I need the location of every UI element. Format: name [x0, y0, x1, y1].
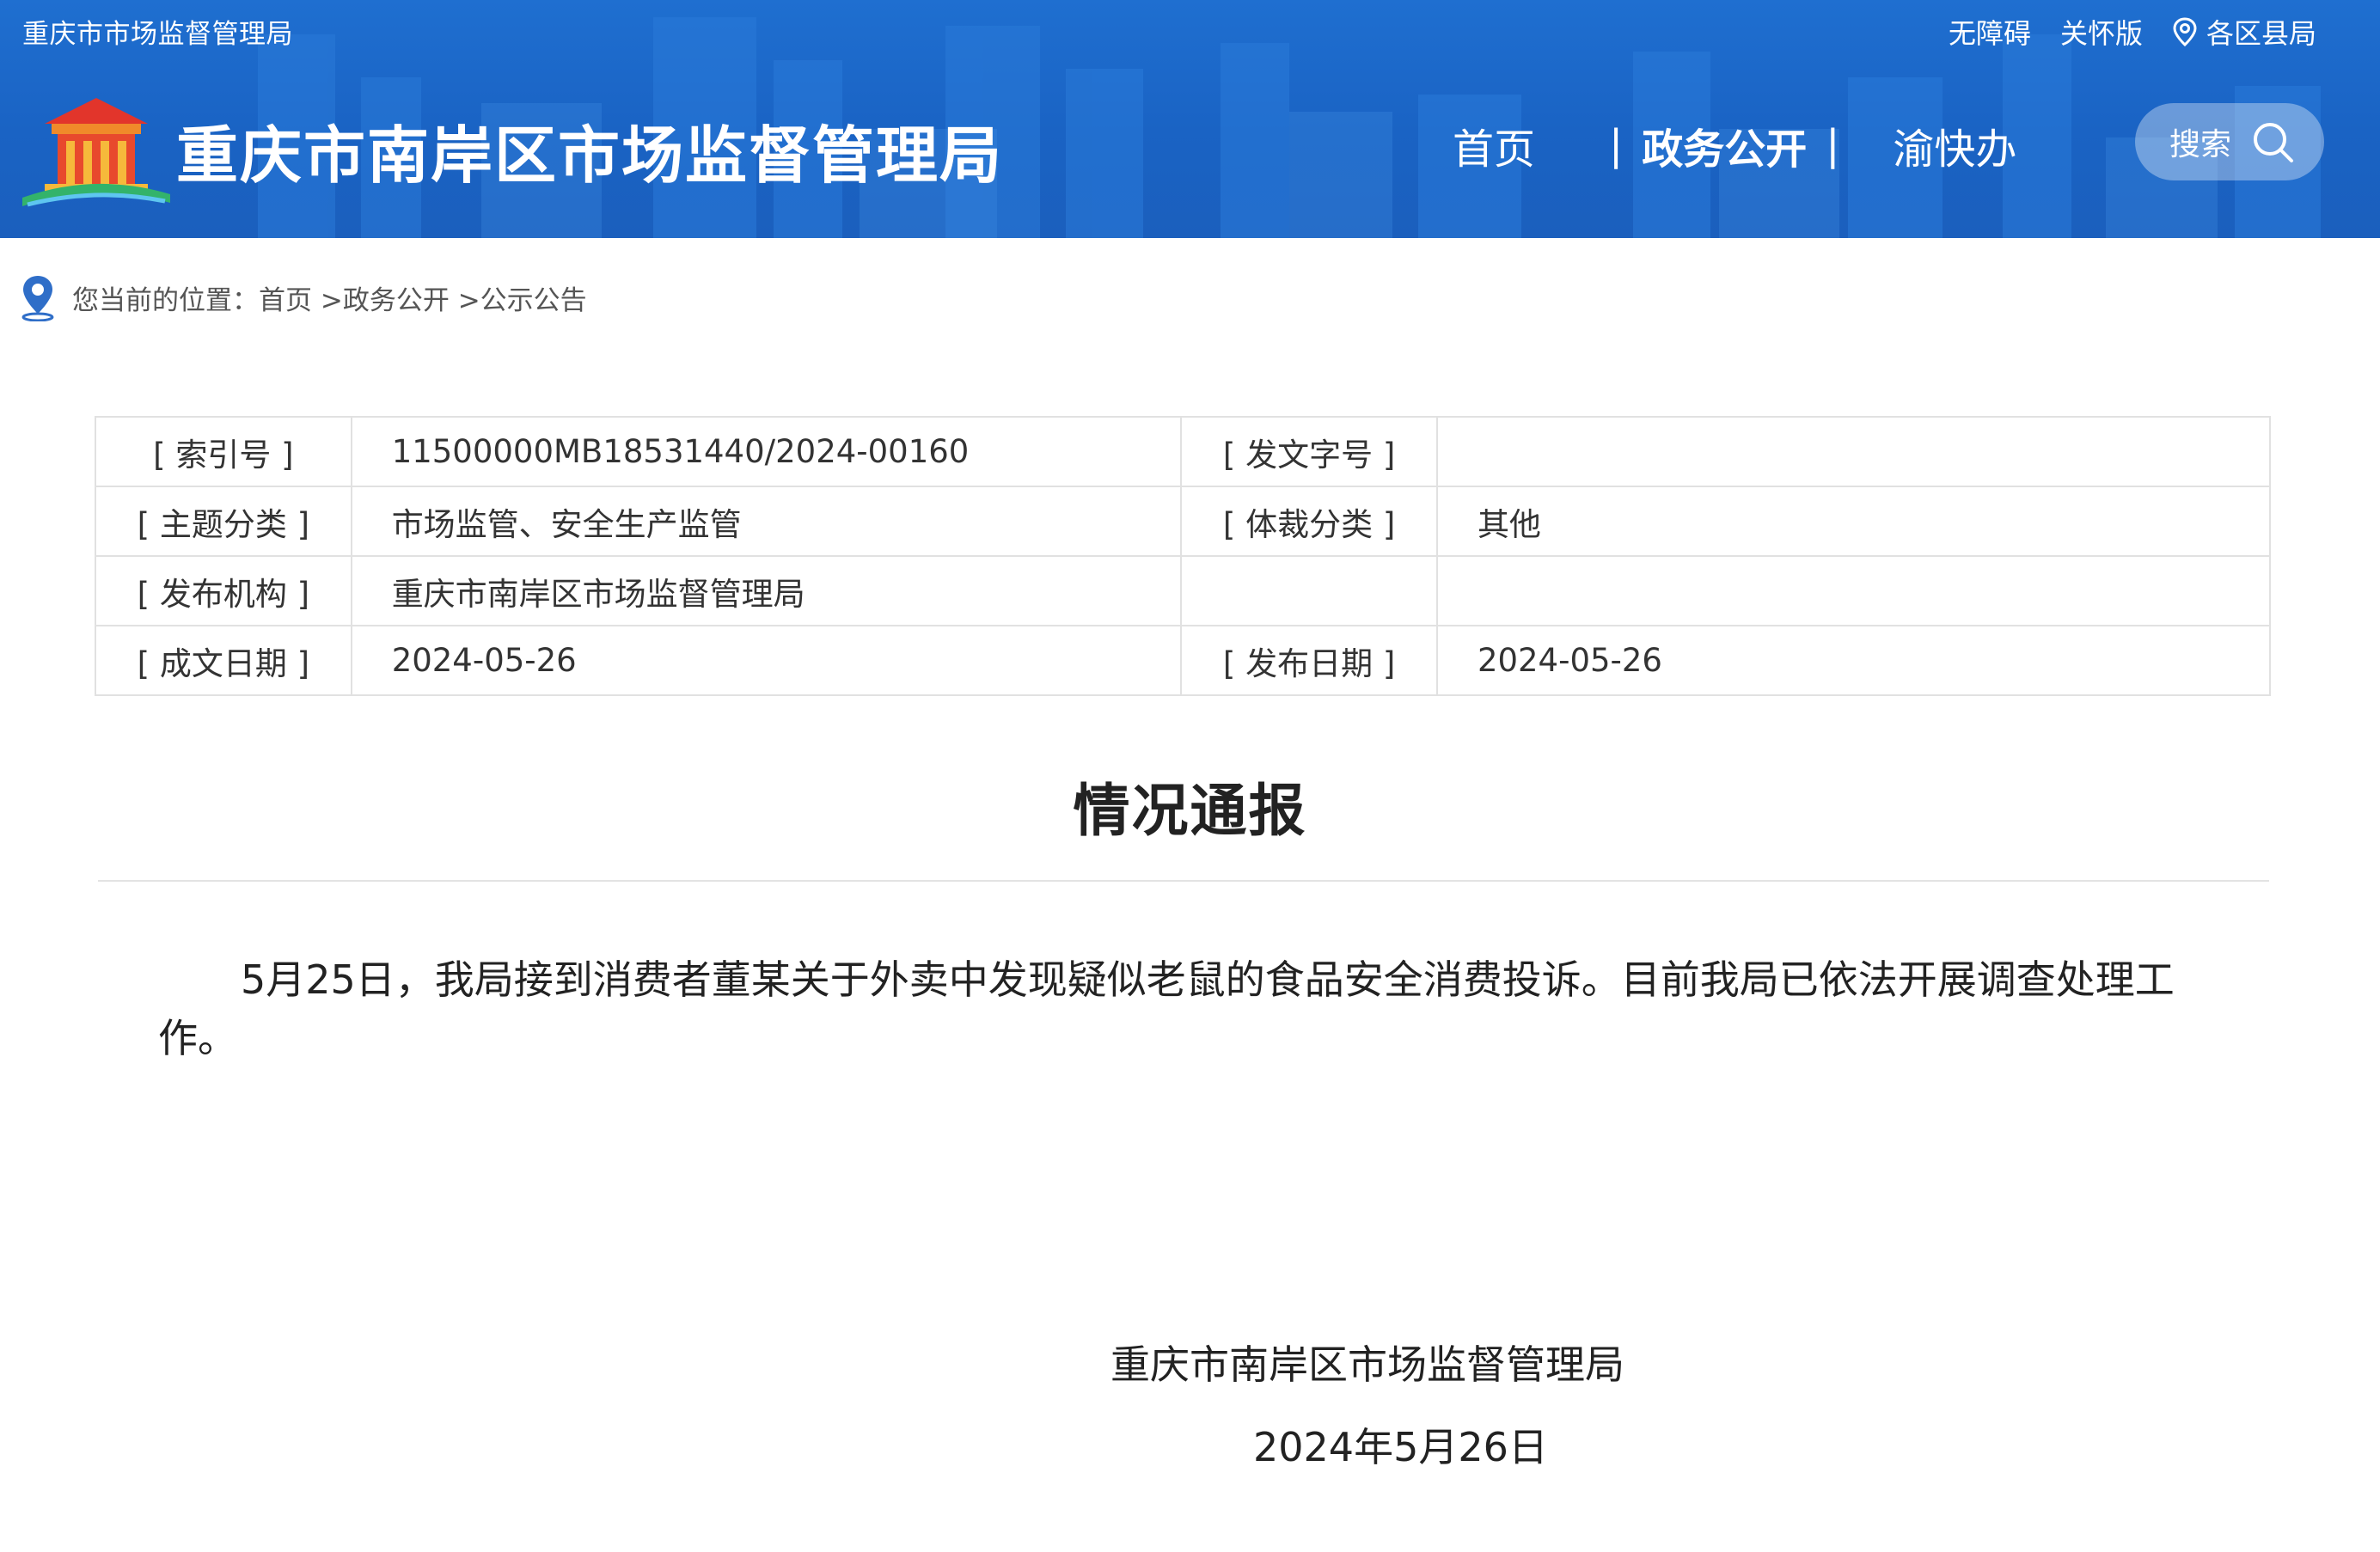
nav-item-yu-kuai-ban[interactable]: 渝快办 [1893, 115, 2016, 175]
breadcrumb-notices[interactable]: >公示公告 [450, 278, 587, 317]
search-label: 搜索 [2169, 127, 2232, 162]
districts-label: 各区县局 [2206, 17, 2316, 50]
accessibility-link[interactable]: 无障碍 [1949, 12, 2031, 52]
nav-item-home[interactable]: 首页 [1453, 115, 1535, 175]
publish-date-value: 2024-05-26 [1435, 625, 2272, 696]
index-number-label: [ 索引号 ] [95, 416, 352, 487]
article-body: 5月25日，我局接到消费者董某关于外卖中发现疑似老鼠的食品安全消费投诉。目前我局… [158, 956, 2175, 1061]
genre-category-label: [ 体裁分类 ] [1180, 486, 1438, 557]
publish-date-label: [ 发布日期 ] [1180, 625, 1438, 696]
parent-site-name[interactable]: 重庆市市场监督管理局 [22, 12, 293, 51]
main-nav: 首页 | 政务公开 | 渝快办 [1453, 115, 2016, 175]
breadcrumb-prefix: 您当前的位置： [72, 284, 259, 316]
site-header: 重庆市市场监督管理局 无障碍 关怀版 各区县局 重庆市南岸区市场监督管理局 首页… [0, 0, 2380, 238]
title-divider [98, 880, 2269, 882]
article-title: 情况通报 [1073, 778, 1307, 844]
search-icon [2254, 123, 2294, 162]
table-row: [ 发布机构 ] 重庆市南岸区市场监督管理局 [95, 555, 2272, 626]
signature-date: 2024年5月26日 [1253, 1424, 1548, 1470]
issuing-agency-label: [ 发布机构 ] [95, 555, 352, 626]
written-date-value: 2024-05-26 [350, 625, 1183, 696]
breadcrumb-home[interactable]: 首页 [259, 278, 312, 317]
table-row: [ 主题分类 ] 市场监管、安全生产监管 [ 体裁分类 ] 其他 [95, 486, 2272, 557]
breadcrumb-trail: 您当前的位置： 首页 >政务公开 >公示公告 [72, 278, 587, 317]
nav-separator: | [1609, 121, 1624, 169]
document-info-table: [ 索引号 ] 11500000MB18531440/2024-00160 [ … [95, 416, 2272, 696]
location-pin-icon [2173, 17, 2197, 46]
districts-link[interactable]: 各区县局 [2172, 12, 2316, 52]
care-version-link[interactable]: 关怀版 [2060, 12, 2143, 52]
index-number-value: 11500000MB18531440/2024-00160 [350, 416, 1183, 487]
written-date-label: [ 成文日期 ] [95, 625, 352, 696]
nav-item-gov-open[interactable]: 政务公开 [1642, 115, 1807, 175]
table-row: [ 索引号 ] 11500000MB18531440/2024-00160 [ … [95, 416, 2272, 487]
bureau-logo-icon[interactable] [19, 89, 174, 208]
document-number-value [1435, 416, 2272, 487]
issuing-agency-value: 重庆市南岸区市场监督管理局 [350, 555, 1183, 626]
search-button[interactable]: 搜索 [2135, 103, 2324, 180]
location-marker-icon [21, 276, 54, 321]
document-number-label: [ 发文字号 ] [1180, 416, 1438, 487]
table-row: [ 成文日期 ] 2024-05-26 [ 发布日期 ] 2024-05-26 [95, 625, 2272, 696]
breadcrumb-gov-open[interactable]: >政务公开 [312, 278, 450, 317]
breadcrumb: 您当前的位置： 首页 >政务公开 >公示公告 [19, 273, 587, 321]
nav-separator: | [1826, 121, 1840, 169]
topic-category-value: 市场监管、安全生产监管 [350, 486, 1183, 557]
empty-value [1435, 555, 2272, 626]
site-title[interactable]: 重庆市南岸区市场监督管理局 [176, 105, 1003, 195]
topic-category-label: [ 主题分类 ] [95, 486, 352, 557]
empty-label [1180, 555, 1438, 626]
top-utility-links: 无障碍 关怀版 各区县局 [1949, 12, 2316, 52]
genre-category-value: 其他 [1435, 486, 2272, 557]
signature-organization: 重庆市南岸区市场监督管理局 [1110, 1341, 1624, 1388]
